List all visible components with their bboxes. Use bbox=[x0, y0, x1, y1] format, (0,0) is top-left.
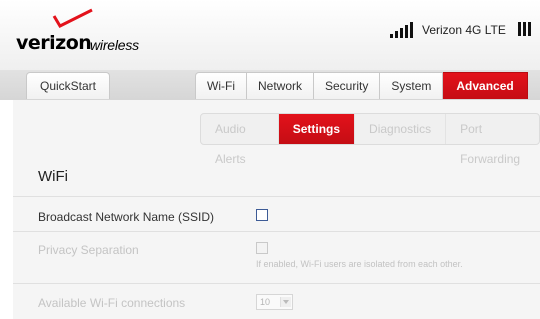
subtab-audio-alerts[interactable]: Audio Alerts bbox=[201, 114, 278, 166]
checkmark-logo-icon bbox=[52, 8, 93, 28]
verizon-logo: verizon wireless bbox=[14, 8, 144, 54]
app-header: verizon wireless Verizon 4G LTE bbox=[0, 0, 540, 71]
privacy-separation-checkbox[interactable] bbox=[256, 242, 268, 254]
carrier-label: Verizon 4G LTE bbox=[422, 23, 506, 37]
main-nav: QuickStart Wi-Fi Network Security System… bbox=[0, 70, 540, 100]
tab-advanced[interactable]: Advanced bbox=[443, 72, 528, 99]
sub-nav: Audio Alerts Settings Diagnostics Port F… bbox=[200, 113, 540, 166]
privacy-separation-label: Privacy Separation bbox=[38, 243, 139, 257]
content-panel: Audio Alerts Settings Diagnostics Port F… bbox=[13, 100, 540, 319]
tab-quickstart[interactable]: QuickStart bbox=[26, 72, 110, 99]
chevron-down-icon bbox=[280, 297, 291, 307]
broadcast-ssid-checkbox[interactable] bbox=[256, 209, 268, 221]
tab-network[interactable]: Network bbox=[246, 72, 314, 99]
subtab-port-forwarding[interactable]: Port Forwarding bbox=[445, 114, 539, 166]
signal-strength-icon bbox=[390, 22, 414, 38]
divider bbox=[13, 231, 540, 232]
available-connections-select[interactable]: 10 bbox=[256, 294, 293, 310]
select-value: 10 bbox=[260, 297, 271, 307]
divider bbox=[13, 283, 540, 284]
available-connections-label: Available Wi-Fi connections bbox=[38, 296, 186, 310]
brand-name: verizon bbox=[16, 32, 92, 54]
brand-sub: wireless bbox=[90, 37, 139, 53]
privacy-hint: If enabled, Wi-Fi users are isolated fro… bbox=[256, 259, 463, 269]
subtab-settings[interactable]: Settings bbox=[277, 114, 355, 144]
broadcast-ssid-label: Broadcast Network Name (SSID) bbox=[38, 210, 215, 224]
section-title: WiFi bbox=[38, 168, 68, 185]
tab-system[interactable]: System bbox=[380, 72, 444, 99]
battery-icon bbox=[518, 22, 538, 36]
divider bbox=[13, 196, 540, 197]
tab-security[interactable]: Security bbox=[314, 72, 381, 99]
subtab-diagnostics[interactable]: Diagnostics bbox=[354, 114, 445, 144]
tab-wifi[interactable]: Wi-Fi bbox=[195, 72, 247, 99]
main-tabs: Wi-Fi Network Security System Advanced bbox=[195, 72, 528, 100]
